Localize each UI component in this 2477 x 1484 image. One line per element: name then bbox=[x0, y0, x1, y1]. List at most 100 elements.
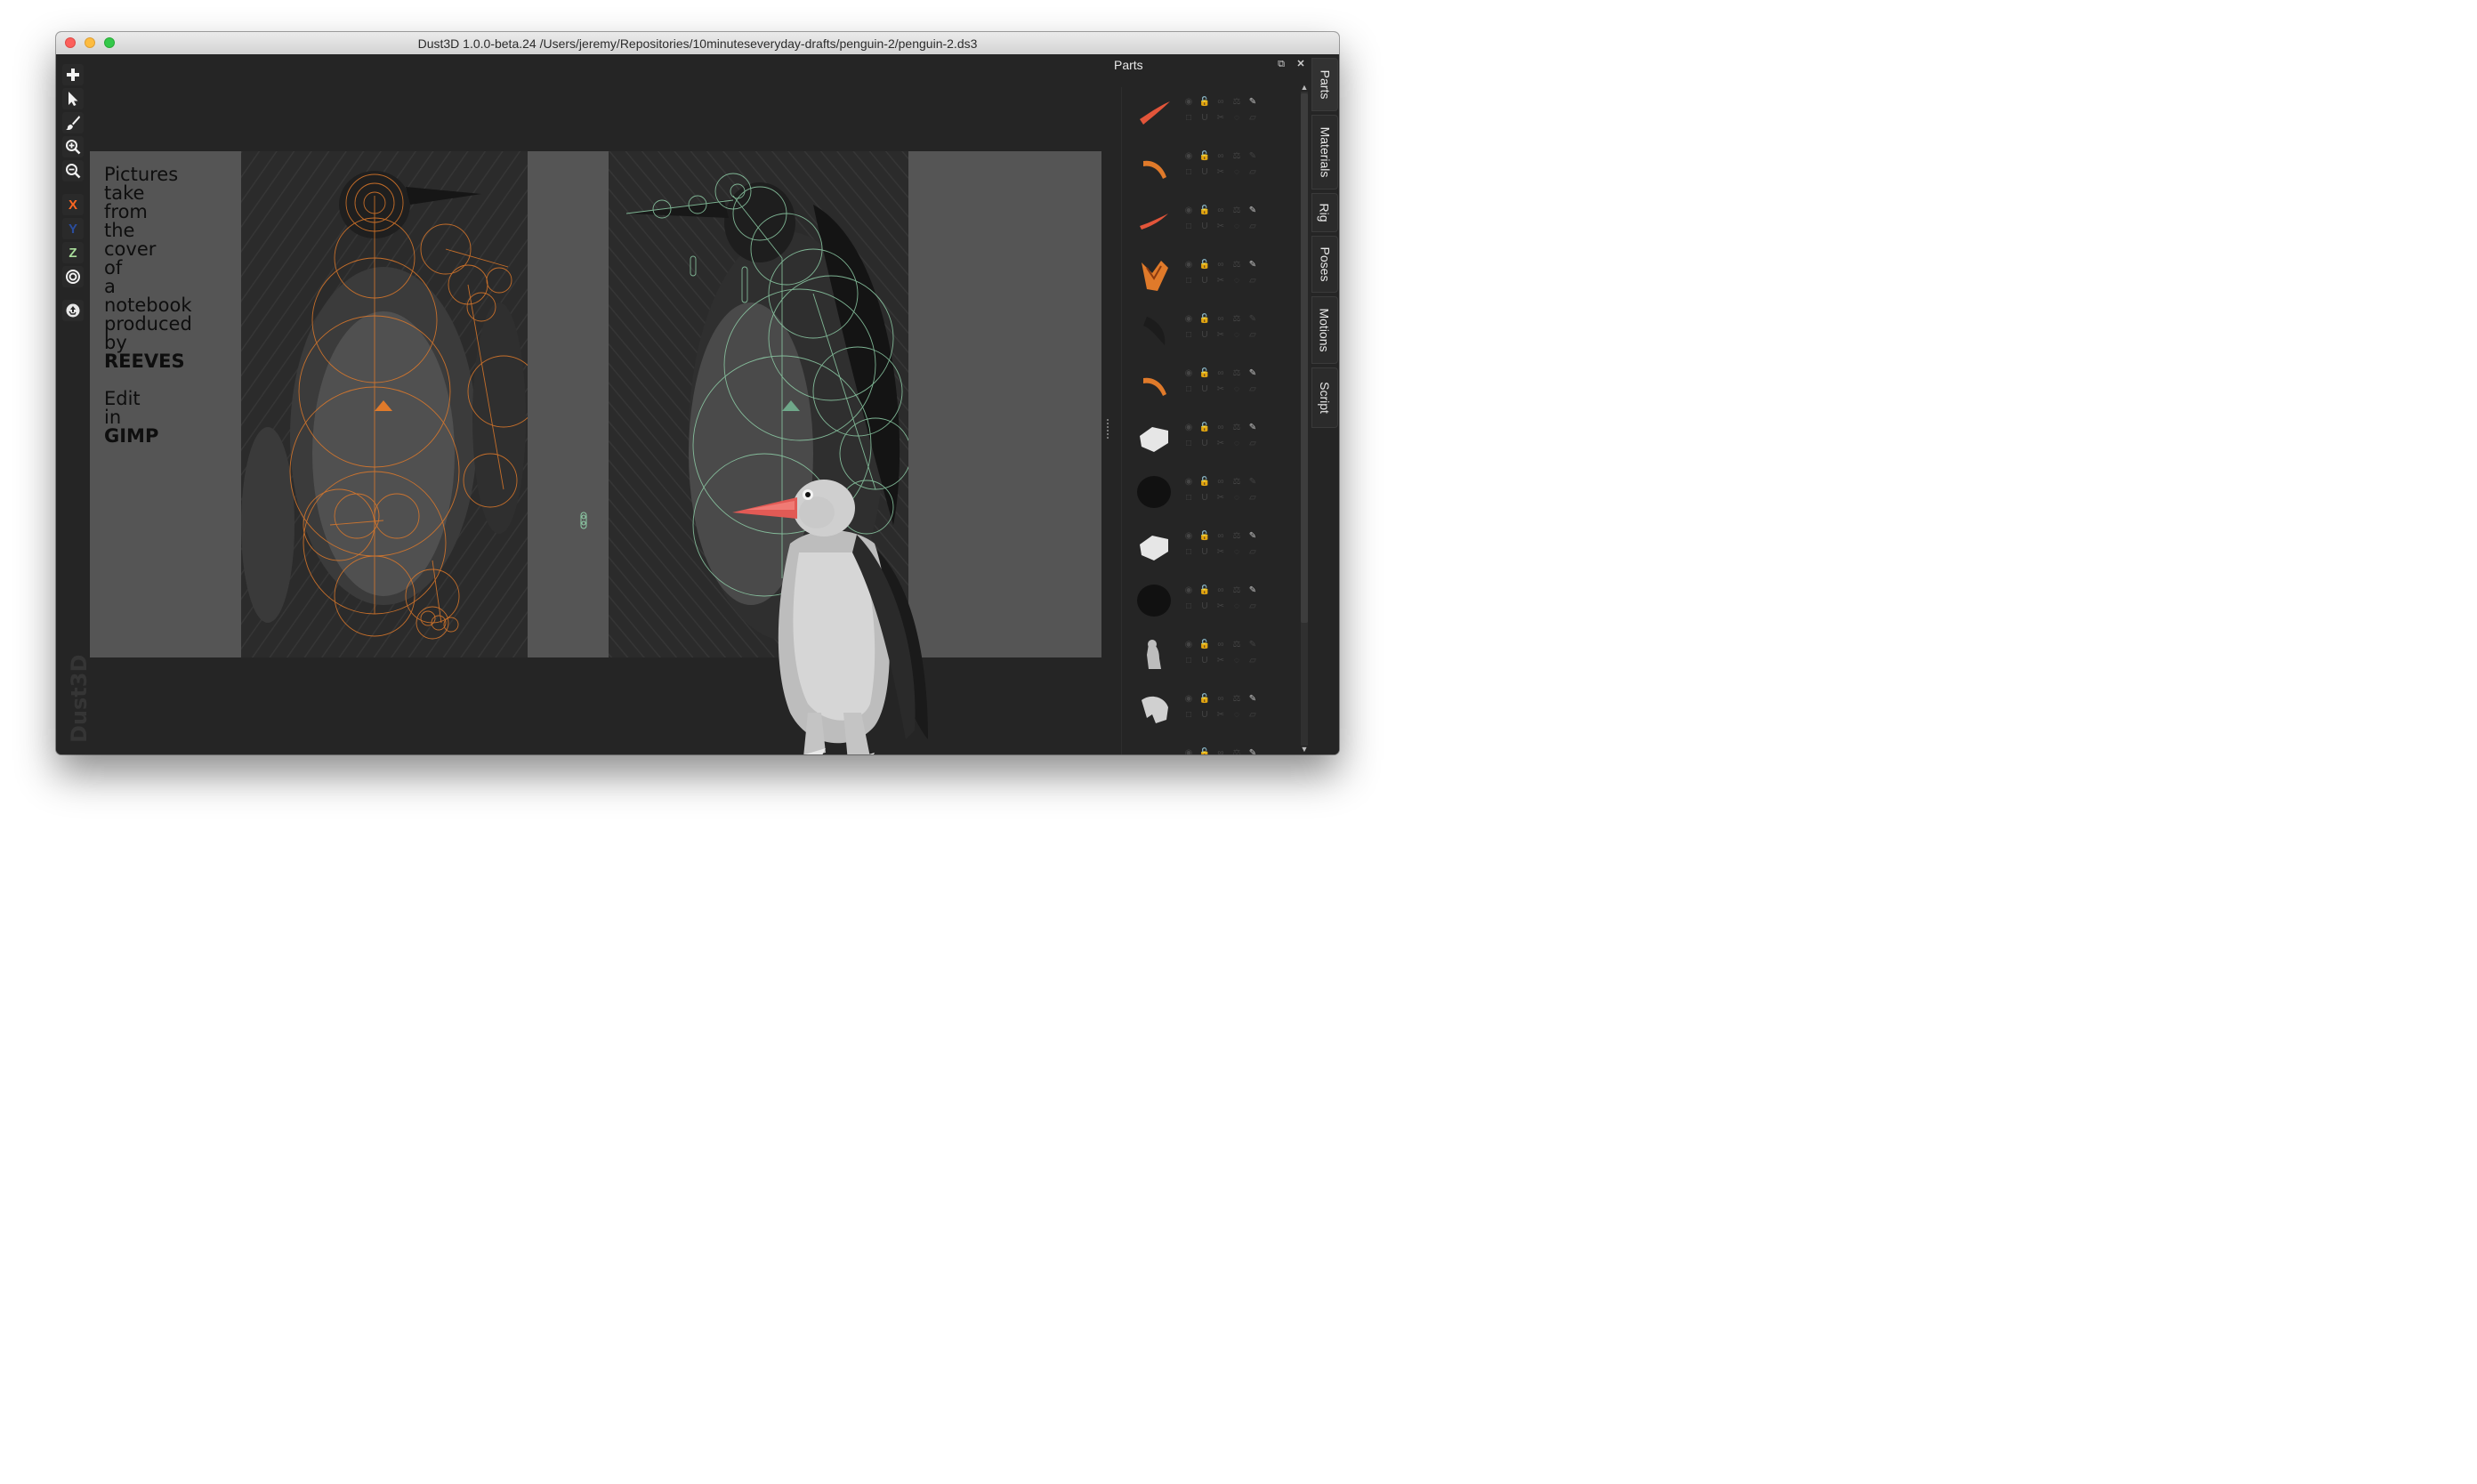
color-picker-icon[interactable]: ✎ bbox=[1247, 150, 1259, 163]
balance-icon[interactable]: ⚖ bbox=[1230, 205, 1243, 217]
checkbox-icon[interactable]: □ bbox=[1182, 329, 1195, 342]
part-row[interactable]: ◉🔓∞⚖ ✎ □U✂◌ ▱ bbox=[1122, 141, 1300, 196]
z-axis-toggle[interactable]: Z bbox=[62, 242, 84, 263]
color-picker-icon[interactable]: ✎ bbox=[1247, 259, 1259, 271]
balance-icon[interactable]: ⚖ bbox=[1230, 530, 1243, 543]
checkbox-icon[interactable]: □ bbox=[1182, 709, 1195, 722]
part-row[interactable]: ◉🔓∞⚖ ✎ □U✂◌ ▱ bbox=[1122, 630, 1300, 684]
checkbox-icon[interactable]: □ bbox=[1182, 655, 1195, 667]
magnet-icon[interactable]: U bbox=[1198, 492, 1211, 504]
checkbox-icon[interactable]: □ bbox=[1182, 438, 1195, 450]
lock-icon[interactable]: 🔓 bbox=[1198, 313, 1211, 326]
add-button[interactable] bbox=[62, 64, 84, 85]
checkbox-icon[interactable]: □ bbox=[1182, 546, 1195, 559]
checkbox-icon[interactable]: □ bbox=[1182, 112, 1195, 125]
tab-materials[interactable]: Materials bbox=[1311, 115, 1338, 190]
parts-scrollbar[interactable]: ▲ ▼ bbox=[1299, 83, 1310, 754]
link-icon[interactable]: ∞ bbox=[1214, 639, 1227, 651]
layers-icon[interactable]: ▱ bbox=[1247, 546, 1259, 559]
layers-icon[interactable]: ▱ bbox=[1247, 492, 1259, 504]
close-icon[interactable]: ✕ bbox=[1295, 59, 1306, 69]
radius-lock-button[interactable] bbox=[62, 266, 84, 287]
checkbox-icon[interactable]: □ bbox=[1182, 492, 1195, 504]
color-picker-icon[interactable]: ✎ bbox=[1247, 585, 1259, 597]
eye-icon[interactable]: ◉ bbox=[1182, 422, 1195, 434]
eye-icon[interactable]: ◉ bbox=[1182, 313, 1195, 326]
balance-icon[interactable]: ⚖ bbox=[1230, 96, 1243, 109]
paint-brush-button[interactable] bbox=[62, 112, 84, 133]
part-thumbnail[interactable] bbox=[1134, 364, 1174, 403]
balance-icon[interactable]: ⚖ bbox=[1230, 639, 1243, 651]
eye-icon[interactable]: ◉ bbox=[1182, 96, 1195, 109]
link-icon[interactable]: ∞ bbox=[1214, 693, 1227, 706]
magnet-icon[interactable]: U bbox=[1198, 112, 1211, 125]
rotate-icon[interactable]: ◌ bbox=[1230, 546, 1243, 559]
color-picker-icon[interactable]: ✎ bbox=[1247, 367, 1259, 380]
checkbox-icon[interactable]: □ bbox=[1182, 275, 1195, 287]
rotate-icon[interactable]: ◌ bbox=[1230, 601, 1243, 613]
eye-icon[interactable]: ◉ bbox=[1182, 205, 1195, 217]
eye-icon[interactable]: ◉ bbox=[1182, 259, 1195, 271]
balance-icon[interactable]: ⚖ bbox=[1230, 313, 1243, 326]
link-icon[interactable]: ∞ bbox=[1214, 422, 1227, 434]
part-thumbnail[interactable] bbox=[1134, 527, 1174, 566]
eye-icon[interactable]: ◉ bbox=[1182, 530, 1195, 543]
layers-icon[interactable]: ▱ bbox=[1247, 655, 1259, 667]
link-icon[interactable]: ∞ bbox=[1214, 367, 1227, 380]
link-icon[interactable]: ∞ bbox=[1214, 259, 1227, 271]
cut-icon[interactable]: ✂ bbox=[1214, 275, 1227, 287]
color-picker-icon[interactable]: ✎ bbox=[1247, 476, 1259, 488]
part-row[interactable]: ◉🔓∞⚖ ✎ □U✂◌ ▱ bbox=[1122, 413, 1300, 467]
link-icon[interactable]: ∞ bbox=[1214, 476, 1227, 488]
lock-icon[interactable]: 🔓 bbox=[1198, 639, 1211, 651]
magnet-icon[interactable]: U bbox=[1198, 546, 1211, 559]
color-picker-icon[interactable]: ✎ bbox=[1247, 313, 1259, 326]
cut-icon[interactable]: ✂ bbox=[1214, 655, 1227, 667]
part-thumbnail[interactable] bbox=[1134, 201, 1174, 240]
scroll-up-icon[interactable]: ▲ bbox=[1299, 83, 1310, 92]
zoom-in-button[interactable] bbox=[62, 136, 84, 157]
color-picker-icon[interactable]: ✎ bbox=[1247, 693, 1259, 706]
layers-icon[interactable]: ▱ bbox=[1247, 329, 1259, 342]
lock-icon[interactable]: 🔓 bbox=[1198, 747, 1211, 754]
cut-icon[interactable]: ✂ bbox=[1214, 492, 1227, 504]
color-picker-icon[interactable]: ✎ bbox=[1247, 96, 1259, 109]
lock-icon[interactable]: 🔓 bbox=[1198, 367, 1211, 380]
x-axis-toggle[interactable]: X bbox=[62, 194, 84, 215]
lock-icon[interactable]: 🔓 bbox=[1198, 422, 1211, 434]
eye-icon[interactable]: ◉ bbox=[1182, 585, 1195, 597]
part-thumbnail[interactable] bbox=[1134, 744, 1174, 754]
lock-icon[interactable]: 🔓 bbox=[1198, 476, 1211, 488]
rotate-icon[interactable]: ◌ bbox=[1230, 275, 1243, 287]
cut-icon[interactable]: ✂ bbox=[1214, 546, 1227, 559]
link-icon[interactable]: ∞ bbox=[1214, 205, 1227, 217]
part-row[interactable]: ◉🔓∞⚖ ✎ □U✂◌ ▱ bbox=[1122, 521, 1300, 576]
cut-icon[interactable]: ✂ bbox=[1214, 329, 1227, 342]
rotate-icon[interactable]: ◌ bbox=[1230, 438, 1243, 450]
node-handle[interactable] bbox=[579, 512, 588, 529]
layers-icon[interactable]: ▱ bbox=[1247, 383, 1259, 396]
rotate-icon[interactable]: ◌ bbox=[1230, 655, 1243, 667]
float-window-icon[interactable]: ⧉ bbox=[1276, 59, 1287, 69]
balance-icon[interactable]: ⚖ bbox=[1230, 367, 1243, 380]
magnet-icon[interactable]: U bbox=[1198, 655, 1211, 667]
layers-icon[interactable]: ▱ bbox=[1247, 112, 1259, 125]
lock-icon[interactable]: 🔓 bbox=[1198, 585, 1211, 597]
balance-icon[interactable]: ⚖ bbox=[1230, 422, 1243, 434]
part-row[interactable]: ◉🔓∞⚖ ✎ □U✂◌ ▱ bbox=[1122, 359, 1300, 413]
lock-icon[interactable]: 🔓 bbox=[1198, 96, 1211, 109]
tab-parts[interactable]: Parts bbox=[1311, 58, 1338, 111]
tab-poses[interactable]: Poses bbox=[1311, 236, 1338, 293]
layers-icon[interactable]: ▱ bbox=[1247, 601, 1259, 613]
part-thumbnail[interactable] bbox=[1134, 310, 1174, 349]
balance-icon[interactable]: ⚖ bbox=[1230, 259, 1243, 271]
cut-icon[interactable]: ✂ bbox=[1214, 438, 1227, 450]
tab-motions[interactable]: Motions bbox=[1311, 296, 1338, 364]
part-row[interactable]: ◉🔓∞⚖ ✎ □U✂◌ ▱ bbox=[1122, 576, 1300, 630]
part-thumbnail[interactable] bbox=[1134, 581, 1174, 620]
y-axis-toggle[interactable]: Y bbox=[62, 218, 84, 239]
rotate-icon[interactable]: ◌ bbox=[1230, 166, 1243, 179]
rotate-icon[interactable]: ◌ bbox=[1230, 492, 1243, 504]
front-reference-image[interactable] bbox=[241, 151, 528, 657]
part-row[interactable]: ◉🔓∞⚖ ✎ □U✂◌ ▱ bbox=[1122, 196, 1300, 250]
